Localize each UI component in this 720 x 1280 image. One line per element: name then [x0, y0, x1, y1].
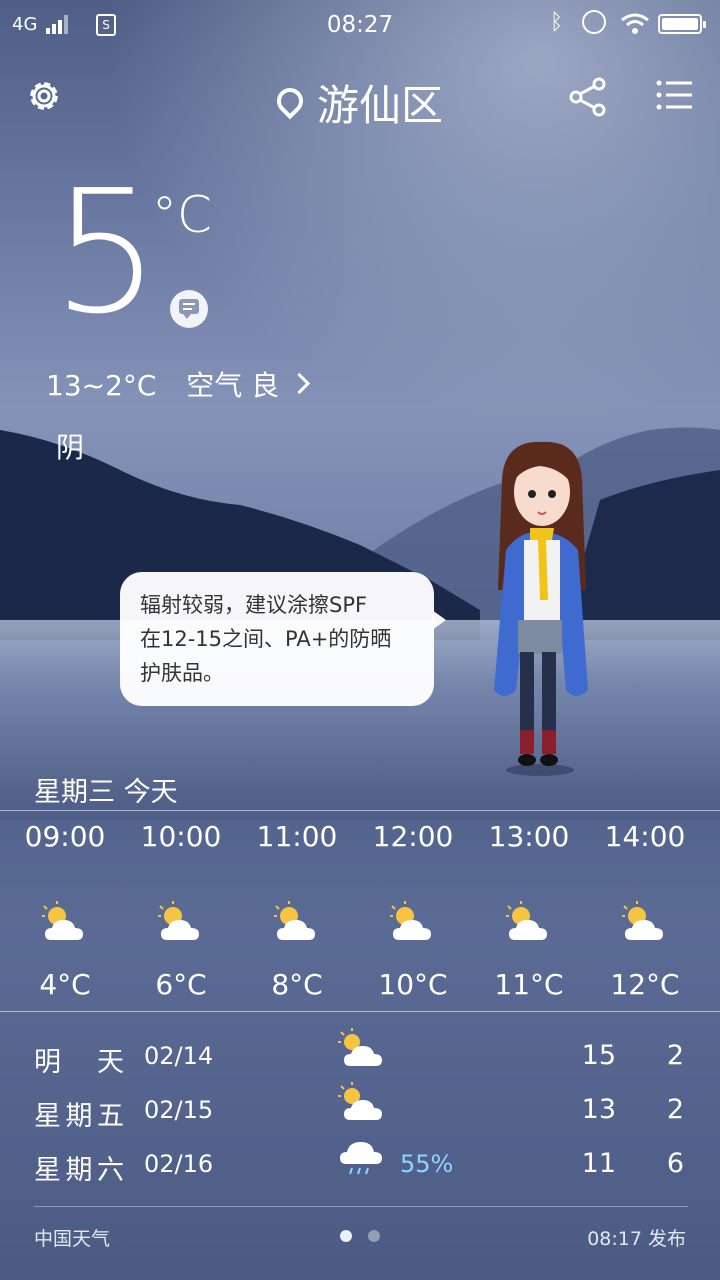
partly-cloudy-icon — [506, 901, 547, 940]
hour-temp: 11°C — [494, 968, 564, 1001]
status-time: 08:27 — [326, 12, 394, 38]
hour-temp: 12°C — [610, 968, 680, 1001]
temperature-unit: °C — [152, 186, 212, 244]
precip-chance: 55% — [400, 1150, 454, 1178]
weather-screen: 4G S 08:27 ᛒ 游仙区 5 °C 13~2°C 空气 良 阴 辐射较弱… — [0, 0, 720, 1280]
hour-temp: 10°C — [378, 968, 448, 1001]
city-list-menu-icon[interactable] — [656, 80, 692, 110]
low-temp: 2 — [666, 1040, 684, 1071]
temp-range-air-quality[interactable]: 13~2°C 空气 良 — [46, 364, 311, 404]
page-indicator-active[interactable] — [340, 1230, 352, 1242]
temp-range: 13~2°C — [46, 369, 157, 402]
high-temp: 11 — [581, 1148, 616, 1179]
day-name: 明天 — [34, 1047, 124, 1078]
hour-time: 14:00 — [604, 820, 686, 853]
tip-line: 护肤品。 — [140, 661, 224, 685]
data-source: 中国天气 — [34, 1228, 111, 1250]
low-temp: 6 — [666, 1148, 684, 1179]
partly-cloudy-icon — [158, 901, 199, 940]
divider — [0, 1011, 720, 1012]
hour-time: 13:00 — [488, 820, 570, 853]
city-title[interactable]: 游仙区 — [0, 72, 720, 133]
hour-time: 11:00 — [256, 820, 338, 853]
air-quality: 空气 良 — [186, 369, 280, 402]
partly-cloudy-icon — [390, 901, 431, 940]
day-date: 02/14 — [144, 1042, 214, 1070]
low-temp: 2 — [666, 1094, 684, 1125]
tip-line: 辐射较弱，建议涂擦SPF — [140, 593, 368, 617]
partly-cloudy-icon — [338, 1028, 382, 1066]
skin-care-tip-bubble[interactable]: 辐射较弱，建议涂擦SPF 在12-15之间、PA+的防晒 护肤品。 — [120, 572, 446, 706]
day-name: 星期五 — [34, 1101, 124, 1132]
chevron-right-icon — [288, 372, 311, 395]
city-name: 游仙区 — [316, 81, 443, 130]
wifi-icon — [621, 13, 649, 34]
high-temp: 13 — [581, 1094, 616, 1125]
daily-row[interactable]: 星期六 02/16 55% 11 6 — [0, 1142, 720, 1202]
share-icon[interactable] — [568, 76, 608, 118]
partly-cloudy-icon — [42, 901, 83, 940]
day-name: 星期六 — [34, 1155, 124, 1186]
message-bubble-icon[interactable] — [170, 290, 208, 328]
divider — [0, 810, 720, 811]
hour-temp: 8°C — [271, 968, 323, 1001]
location-pin-icon — [271, 82, 309, 120]
alarm-icon — [582, 10, 606, 34]
hour-temp: 6°C — [155, 968, 207, 1001]
hour-temp: 4°C — [39, 968, 91, 1001]
battery-icon — [658, 14, 706, 34]
partly-cloudy-icon — [622, 901, 663, 940]
tip-line: 在12-15之间、PA+的防晒 — [140, 627, 392, 651]
weather-condition: 阴 — [56, 431, 85, 464]
page-indicator[interactable] — [368, 1230, 380, 1242]
partly-cloudy-icon — [274, 901, 315, 940]
cartoon-girl-avatar[interactable] — [480, 440, 600, 780]
hour-time: 10:00 — [140, 820, 222, 853]
current-temperature: 5 — [52, 154, 160, 352]
rain-cloud-icon — [340, 1142, 382, 1175]
status-bar: 4G S 08:27 ᛒ — [0, 0, 720, 50]
day-date: 02/16 — [144, 1150, 214, 1178]
today-label: 星期三 今天 — [34, 777, 178, 808]
hour-time: 09:00 — [24, 820, 106, 853]
divider — [34, 1206, 688, 1207]
footer: 中国天气 08:17 发布 — [0, 1208, 720, 1280]
high-temp: 15 — [581, 1040, 616, 1071]
day-date: 02/15 — [144, 1096, 214, 1124]
partly-cloudy-icon — [338, 1082, 382, 1120]
publish-time: 08:17 发布 — [587, 1228, 686, 1250]
bluetooth-icon: ᛒ — [550, 10, 564, 35]
hour-time: 12:00 — [372, 820, 454, 853]
